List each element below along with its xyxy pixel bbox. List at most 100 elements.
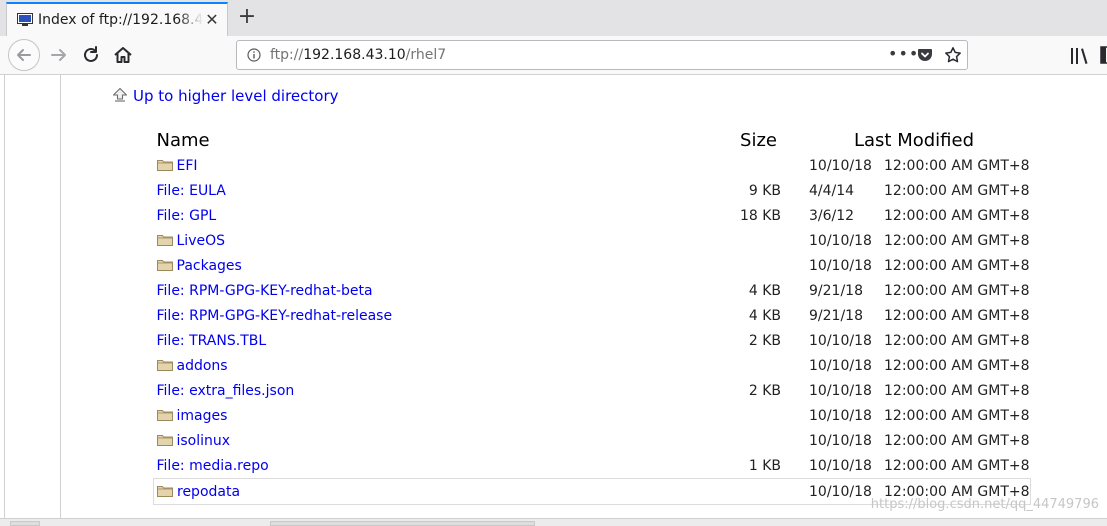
left-gutter-border (4, 75, 5, 518)
row-name-cell: File: extra_files.json (154, 378, 718, 403)
folder-link[interactable]: repodata (177, 484, 240, 500)
row-date: 9/21/18 (809, 282, 863, 299)
page-content: Up to higher level directory Name Size L… (0, 75, 1107, 518)
plus-icon[interactable]: + (236, 6, 258, 28)
row-size (717, 428, 781, 453)
row-size: 2 KB (748, 382, 781, 399)
file-row: File: GPL 18 KB 3/6/12 12:00:00 AM GMT+8 (154, 203, 1031, 228)
status-segment (10, 521, 40, 526)
row-size: 9 KB (748, 182, 781, 199)
row-time: 12:00:00 AM GMT+8 (884, 182, 1030, 199)
tab-title: Index of ftp://192.168.43.10/rhel7 (38, 12, 203, 28)
back-arrow-icon (17, 49, 31, 61)
close-icon[interactable]: ✕ (203, 11, 221, 29)
tab-active[interactable]: Index of ftp://192.168.43.10/rhel7 ✕ (6, 2, 228, 36)
url-scheme: ftp:// (270, 47, 304, 63)
row-name-cell: File: GPL (154, 203, 718, 228)
row-time: 12:00:00 AM GMT+8 (884, 157, 1030, 174)
row-name-cell: Packages (154, 253, 718, 278)
home-button[interactable] (110, 42, 136, 68)
header-size[interactable]: Size (717, 127, 781, 153)
directory-listing: Name Size Last Modified EFI 10/10/18 12:00… (153, 127, 1031, 505)
row-time: 12:00:00 AM GMT+8 (884, 282, 1030, 299)
row-name-cell: File: RPM-GPG-KEY-redhat-release (154, 303, 718, 328)
folder-icon (156, 409, 173, 421)
reload-icon (84, 46, 98, 62)
row-date: 10/10/18 (809, 357, 872, 374)
row-time: 12:00:00 AM GMT+8 (884, 332, 1030, 349)
file-link[interactable]: File: media.repo (157, 458, 269, 474)
row-size (717, 153, 781, 178)
listing-header: Name Size Last Modified (154, 127, 1031, 153)
file-link[interactable]: File: TRANS.TBL (157, 333, 267, 349)
pocket-icon[interactable] (917, 47, 933, 63)
sidebar-icon[interactable] (1100, 46, 1107, 64)
info-icon[interactable] (247, 48, 261, 62)
folder-link[interactable]: EFI (177, 158, 198, 174)
file-link[interactable]: File: EULA (157, 183, 226, 199)
url-path: /rhel7 (405, 47, 447, 63)
row-size: 4 KB (748, 307, 781, 324)
file-row: File: extra_files.json 2 KB 10/10/18 12:00:… (154, 378, 1031, 403)
folder-icon (156, 234, 173, 246)
row-name-cell: File: TRANS.TBL (154, 328, 718, 353)
row-time: 12:00:00 AM GMT+8 (884, 232, 1030, 249)
row-time: 12:00:00 AM GMT+8 (884, 307, 1030, 324)
row-name-cell: addons (154, 353, 718, 378)
file-link[interactable]: File: extra_files.json (157, 383, 295, 399)
row-date: 10/10/18 (809, 457, 872, 474)
url-text[interactable]: ftp://192.168.43.10/rhel7 (270, 47, 446, 63)
folder-row: isolinux 10/10/18 12:00:00 AM GMT+8 (154, 428, 1031, 453)
row-date: 4/4/14 (809, 182, 855, 199)
row-name-cell: isolinux (154, 428, 718, 453)
row-date: 10/10/18 (809, 332, 872, 349)
row-size (717, 403, 781, 428)
row-name-cell: images (154, 403, 718, 428)
row-name-cell: LiveOS (154, 228, 718, 253)
row-name-cell: EFI (154, 153, 718, 178)
url-host: 192.168.43.10 (303, 47, 406, 63)
row-size: 4 KB (748, 282, 781, 299)
folder-link[interactable]: images (177, 408, 228, 424)
row-date: 10/10/18 (809, 257, 872, 274)
folder-link[interactable]: LiveOS (177, 233, 226, 249)
row-size (717, 253, 781, 278)
up-directory-link[interactable]: Up to higher level directory (112, 87, 339, 105)
address-bar[interactable]: ftp://192.168.43.10/rhel7 ••• (236, 40, 968, 70)
file-row: File: TRANS.TBL 2 KB 10/10/18 12:00:00 AM G… (154, 328, 1031, 353)
row-time: 12:00:00 AM GMT+8 (884, 257, 1030, 274)
row-date: 10/10/18 (809, 232, 872, 249)
folder-link[interactable]: addons (177, 358, 228, 374)
folder-link[interactable]: isolinux (177, 433, 231, 449)
header-last-modified[interactable]: Last Modified (781, 127, 1030, 153)
file-link[interactable]: File: GPL (157, 208, 217, 224)
header-name[interactable]: Name (154, 127, 718, 153)
star-icon[interactable] (944, 46, 962, 64)
up-directory-label: Up to higher level directory (133, 87, 339, 105)
up-directory-icon (112, 87, 128, 102)
library-icon[interactable] (1070, 47, 1090, 65)
favicon-monitor-icon (17, 13, 33, 26)
forward-button[interactable] (46, 42, 72, 68)
row-time: 12:00:00 AM GMT+8 (884, 207, 1030, 224)
folder-row: Packages 10/10/18 12:00:00 AM GMT+8 (154, 253, 1031, 278)
folder-link[interactable]: Packages (177, 258, 242, 274)
watermark: https://blog.csdn.net/qq_44749796 (870, 497, 1099, 512)
file-row: File: RPM-GPG-KEY-redhat-release 4 KB 9/21… (154, 303, 1031, 328)
row-date: 10/10/18 (809, 382, 872, 399)
back-button[interactable] (8, 39, 40, 71)
file-link[interactable]: File: RPM-GPG-KEY-redhat-beta (157, 283, 373, 299)
folder-icon (156, 434, 173, 446)
row-name-cell: File: EULA (154, 178, 718, 203)
row-date: 10/10/18 (809, 407, 872, 424)
nav-toolbar: ftp://192.168.43.10/rhel7 ••• (0, 36, 1107, 75)
row-size: 1 KB (748, 457, 781, 474)
file-link[interactable]: File: RPM-GPG-KEY-redhat-release (157, 308, 393, 324)
row-name-cell: repodata (153, 478, 717, 505)
row-time: 12:00:00 AM GMT+8 (884, 432, 1030, 449)
folder-row: LiveOS 10/10/18 12:00:00 AM GMT+8 (154, 228, 1031, 253)
tab-strip: Index of ftp://192.168.43.10/rhel7 ✕ + (0, 0, 1107, 37)
reload-button[interactable] (78, 42, 104, 68)
folder-icon (156, 259, 173, 271)
page-actions-icon[interactable]: ••• (888, 44, 919, 63)
